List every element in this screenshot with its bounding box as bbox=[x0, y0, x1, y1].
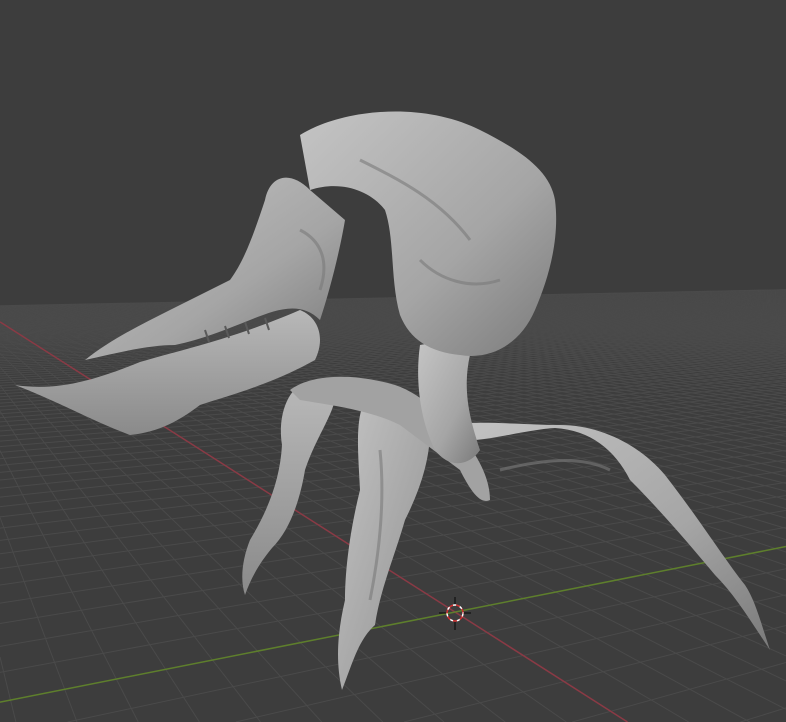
model-leg-left bbox=[242, 385, 335, 595]
sculpt-model[interactable] bbox=[0, 0, 786, 722]
model-leg-right bbox=[440, 422, 770, 650]
model-leg-front bbox=[338, 396, 430, 690]
3d-viewport[interactable] bbox=[0, 0, 786, 722]
3d-cursor-icon[interactable] bbox=[439, 597, 471, 630]
